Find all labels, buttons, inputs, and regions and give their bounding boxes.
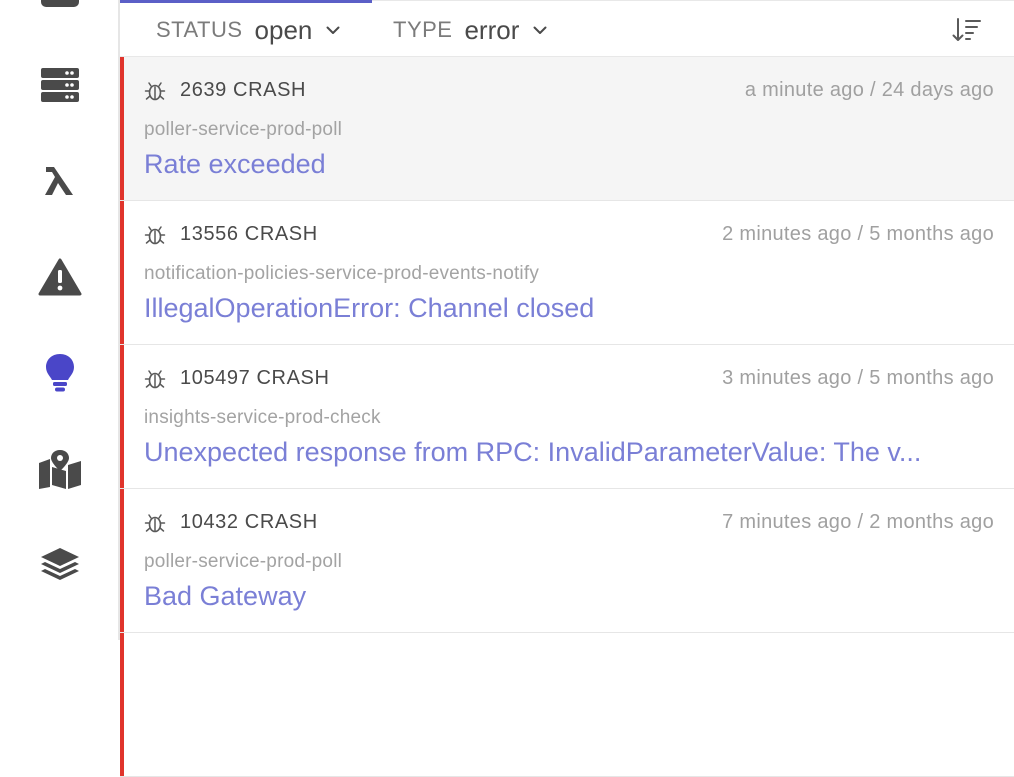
type-filter[interactable]: TYPE error <box>393 14 547 46</box>
active-tab-indicator <box>120 0 372 3</box>
database-icon <box>41 0 79 7</box>
sidebar-item-layers[interactable] <box>37 542 83 588</box>
issue-service: insights-service-prod-check <box>144 407 381 428</box>
issue-row[interactable] <box>120 633 1014 777</box>
issue-row[interactable]: 105497 CRASH 3 minutes ago / 5 months ag… <box>120 345 1014 489</box>
issue-timestamps: 3 minutes ago / 5 months ago <box>722 367 994 389</box>
chevron-down-icon <box>326 26 340 35</box>
issue-timestamps: 7 minutes ago / 2 months ago <box>722 511 994 533</box>
map-icon <box>39 450 81 489</box>
bug-icon <box>144 224 166 251</box>
bug-icon <box>144 368 166 395</box>
issue-id: 13556 CRASH <box>180 223 318 245</box>
issue-id: 2639 CRASH <box>180 79 307 101</box>
issue-id: 10432 CRASH <box>180 511 318 533</box>
issue-message-link[interactable]: IllegalOperationError: Channel closed <box>144 293 994 324</box>
issue-service: poller-service-prod-poll <box>144 551 343 572</box>
issue-message-link[interactable]: Rate exceeded <box>144 149 994 180</box>
sidebar-item-servers[interactable] <box>37 62 83 108</box>
status-filter-value: open <box>254 14 313 45</box>
layers-icon <box>41 548 79 580</box>
issue-service: notification-policies-service-prod-event… <box>144 263 540 284</box>
bug-icon <box>144 80 166 107</box>
bug-icon <box>144 512 166 539</box>
sidebar-item-functions[interactable] <box>37 158 83 204</box>
severity-bar <box>120 489 124 632</box>
severity-bar <box>120 57 124 200</box>
filter-bar: STATUS open TYPE error <box>120 0 1014 57</box>
sort-button[interactable] <box>950 14 984 46</box>
issue-row[interactable]: 13556 CRASH 2 minutes ago / 5 months ago… <box>120 201 1014 345</box>
chevron-down-icon <box>533 26 547 35</box>
issue-row[interactable]: 2639 CRASH a minute ago / 24 days ago po… <box>120 57 1014 201</box>
sidebar <box>0 0 120 640</box>
type-filter-value: error <box>464 14 520 45</box>
sort-descending-icon <box>952 18 981 41</box>
sidebar-item-top[interactable] <box>37 0 83 12</box>
issue-timestamps: a minute ago / 24 days ago <box>744 79 994 101</box>
issue-timestamps: 2 minutes ago / 5 months ago <box>722 223 994 245</box>
issue-message-link[interactable]: Bad Gateway <box>144 581 994 612</box>
severity-bar <box>120 345 124 488</box>
issue-id: 105497 CRASH <box>180 367 330 389</box>
warning-icon <box>38 258 82 296</box>
sidebar-item-insights[interactable] <box>37 350 83 396</box>
status-filter[interactable]: STATUS open <box>156 14 340 46</box>
severity-bar <box>120 201 124 344</box>
sidebar-item-map[interactable] <box>37 446 83 492</box>
issue-service: poller-service-prod-poll <box>144 119 343 140</box>
lightbulb-icon <box>46 354 74 392</box>
server-icon <box>41 68 79 102</box>
lambda-icon <box>45 167 73 195</box>
type-filter-label: TYPE <box>393 17 453 42</box>
issue-row[interactable]: 10432 CRASH 7 minutes ago / 2 months ago… <box>120 489 1014 633</box>
status-filter-label: STATUS <box>156 17 243 42</box>
sidebar-item-alerts[interactable] <box>37 254 83 300</box>
severity-bar <box>120 633 124 776</box>
issues-panel: STATUS open TYPE error 2639 CRASH a minu… <box>120 0 1014 777</box>
issue-message-link[interactable]: Unexpected response from RPC: InvalidPar… <box>144 437 994 468</box>
